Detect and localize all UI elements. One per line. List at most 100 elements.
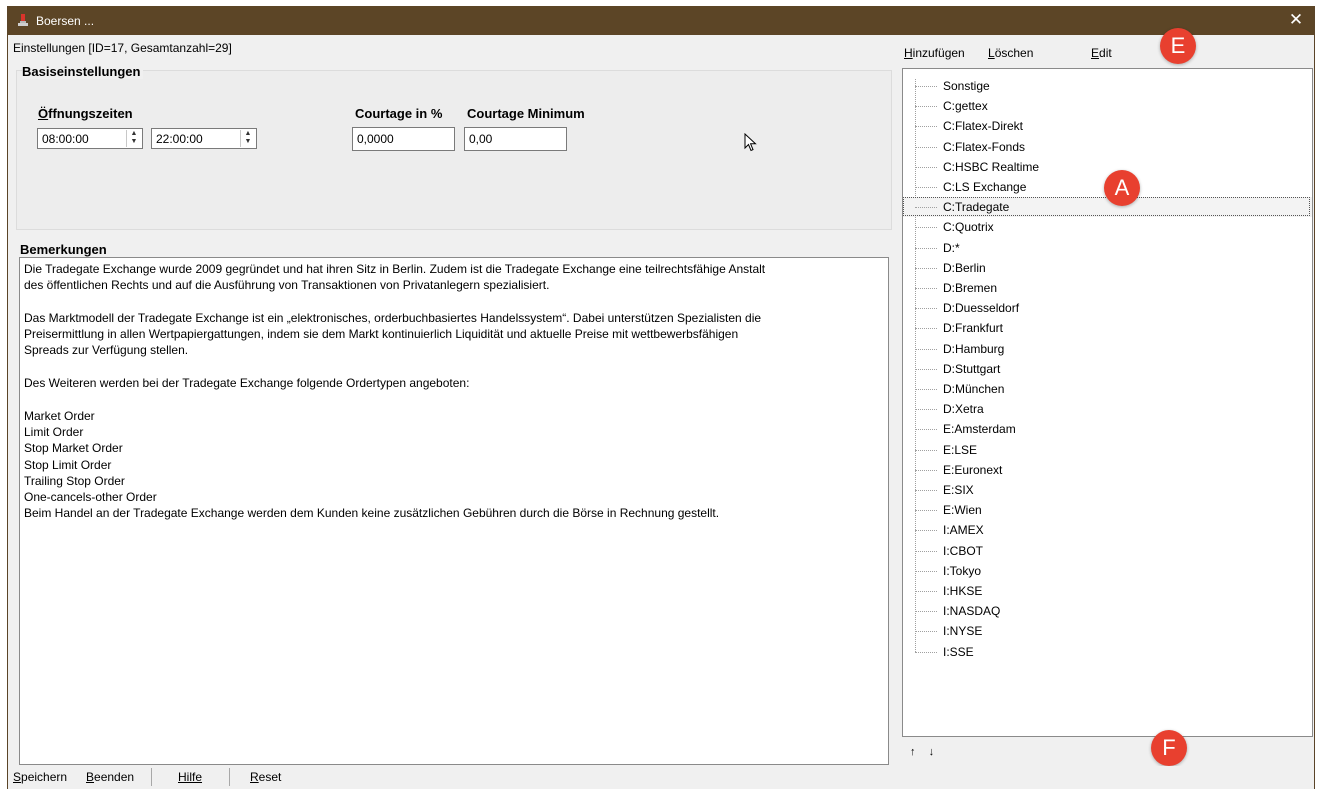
open-time-stepper[interactable]: 08:00:00 ▲ ▼ bbox=[37, 128, 143, 149]
edit-label-rest: dit bbox=[1099, 46, 1112, 60]
tree-item[interactable]: Sonstige bbox=[903, 76, 1312, 96]
close-time-stepper[interactable]: 22:00:00 ▲ ▼ bbox=[151, 128, 257, 149]
delete-menu-item[interactable]: Löschen bbox=[988, 46, 1033, 60]
tree-item-label: D:* bbox=[943, 240, 960, 255]
close-time-spin-buttons[interactable]: ▲ ▼ bbox=[240, 130, 255, 147]
title-bar[interactable]: Boersen ... ✕ bbox=[8, 6, 1314, 35]
app-icon bbox=[18, 14, 28, 26]
tree-item-label: C:Tradegate bbox=[943, 200, 1010, 215]
tree-item[interactable]: D:Xetra bbox=[903, 399, 1312, 419]
move-down-icon[interactable]: ↓ bbox=[929, 746, 935, 758]
tree-item[interactable]: E:SIX bbox=[903, 480, 1312, 500]
tree-item-label: D:Stuttgart bbox=[943, 361, 1001, 376]
memo-line: Die Tradegate Exchange wurde 2009 gegrün… bbox=[24, 262, 766, 276]
memo-line: Des Weiteren werden bei der Tradegate Ex… bbox=[24, 376, 470, 391]
tree-item[interactable]: C:Flatex-Direkt bbox=[903, 116, 1312, 136]
spin-down-icon[interactable]: ▼ bbox=[127, 138, 141, 146]
tree-item-selected[interactable]: C:Tradegate bbox=[903, 197, 1312, 218]
annotation-badge-a: A bbox=[1104, 170, 1140, 206]
spin-down-icon[interactable]: ▼ bbox=[241, 138, 255, 146]
save-accelerator: S bbox=[13, 770, 22, 784]
tree-item[interactable]: I:CBOT bbox=[903, 541, 1312, 561]
tree-connector bbox=[915, 187, 937, 188]
tree-connector bbox=[915, 288, 937, 289]
tree-item[interactable]: I:NASDAQ bbox=[903, 601, 1312, 621]
tree-connector bbox=[915, 247, 937, 249]
settings-header: Einstellungen [ID=17, Gesamtanzahl=29] bbox=[13, 41, 232, 55]
delete-label-rest: öschen bbox=[994, 46, 1034, 60]
tree-item[interactable]: I:AMEX bbox=[903, 520, 1312, 540]
tree-item-label: C:LS Exchange bbox=[943, 180, 1027, 194]
tree-item[interactable]: C:gettex bbox=[903, 96, 1312, 116]
tree-item-label: I:CBOT bbox=[943, 543, 984, 558]
courtage-min-input[interactable]: 0,00 bbox=[464, 127, 567, 151]
tree-item[interactable]: I:HKSE bbox=[903, 581, 1312, 601]
tree-item-label: D:München bbox=[943, 382, 1005, 396]
tree-item[interactable]: E:Euronext bbox=[903, 460, 1312, 480]
tree-item[interactable]: E:Amsterdam bbox=[903, 419, 1312, 439]
reset-button[interactable]: Reset bbox=[250, 770, 281, 784]
add-accelerator: H bbox=[904, 46, 913, 60]
tree-item-label: I:NYSE bbox=[943, 624, 983, 639]
tree-item[interactable]: C:Quotrix bbox=[903, 217, 1312, 237]
tree-item[interactable]: I:SSE bbox=[903, 642, 1312, 662]
add-menu-item[interactable]: Hinzufügen bbox=[904, 46, 965, 60]
courtage-min-label: Courtage Minimum bbox=[467, 106, 585, 121]
quit-button[interactable]: Beenden bbox=[86, 770, 134, 784]
edit-menu-item[interactable]: Edit bbox=[1091, 46, 1112, 60]
quit-accelerator: B bbox=[86, 770, 95, 784]
tree-item-label: D:Berlin bbox=[943, 260, 986, 275]
tree-item[interactable]: D:Berlin bbox=[903, 258, 1312, 278]
courtage-pct-value: 0,0000 bbox=[357, 132, 394, 146]
tree-item-label: E:SIX bbox=[943, 483, 974, 497]
save-label-rest: peichern bbox=[21, 770, 68, 784]
tree-item[interactable]: D:München bbox=[903, 379, 1312, 399]
tree-item[interactable]: E:LSE bbox=[903, 440, 1312, 460]
open-time-value: 08:00:00 bbox=[42, 132, 89, 146]
quit-label-rest: eenden bbox=[94, 770, 135, 784]
bottom-bar: Speichern Beenden Hilfe Reset bbox=[8, 766, 1314, 789]
edit-accelerator: E bbox=[1091, 46, 1100, 60]
save-button[interactable]: Speichern bbox=[13, 770, 67, 784]
mouse-cursor-icon bbox=[744, 133, 757, 152]
help-label: Hilfe bbox=[178, 770, 203, 784]
tree-connector bbox=[915, 166, 937, 168]
move-up-icon[interactable]: ↑ bbox=[910, 746, 916, 758]
spin-up-icon[interactable]: ▲ bbox=[127, 130, 141, 138]
tree-item[interactable]: I:NYSE bbox=[903, 621, 1312, 641]
memo-line: Limit Order bbox=[24, 424, 84, 439]
tree-connector bbox=[915, 651, 937, 653]
tree-item[interactable]: C:Flatex-Fonds bbox=[903, 137, 1312, 157]
memo-line: des öffentlichen Rechts und auf die Ausf… bbox=[24, 278, 550, 293]
bemerkungen-textarea[interactable]: Die Tradegate Exchange wurde 2009 gegrün… bbox=[19, 257, 889, 765]
close-icon[interactable]: ✕ bbox=[1286, 10, 1306, 30]
help-button[interactable]: Hilfe bbox=[178, 770, 202, 784]
tree-item-label: D:Xetra bbox=[943, 402, 984, 417]
tree-item[interactable]: E:Wien bbox=[903, 500, 1312, 520]
tree-item-label: D:Hamburg bbox=[943, 341, 1005, 356]
annotation-badge-e: E bbox=[1160, 28, 1196, 64]
tree-item[interactable]: C:HSBC Realtime bbox=[903, 157, 1312, 177]
spin-up-icon[interactable]: ▲ bbox=[241, 130, 255, 138]
tree-connector bbox=[915, 348, 937, 350]
courtage-pct-input[interactable]: 0,0000 bbox=[352, 127, 455, 151]
delete-accelerator: L bbox=[988, 46, 995, 60]
tree-item-label: I:SSE bbox=[943, 644, 974, 659]
reset-label-rest: eset bbox=[258, 770, 282, 784]
tree-item[interactable]: D:Frankfurt bbox=[903, 318, 1312, 338]
tree-item-label: Sonstige bbox=[943, 79, 990, 93]
tree-connector bbox=[915, 631, 937, 633]
tree-item[interactable]: D:Stuttgart bbox=[903, 359, 1312, 379]
main-window: Boersen ... ✕ Einstellungen [ID=17, Gesa… bbox=[7, 6, 1315, 789]
tree-item[interactable]: I:Tokyo bbox=[903, 561, 1312, 581]
tree-item[interactable]: D:* bbox=[903, 238, 1312, 258]
open-time-spin-buttons[interactable]: ▲ ▼ bbox=[126, 130, 141, 147]
window-title: Boersen ... bbox=[36, 14, 95, 28]
bottom-separator bbox=[151, 768, 152, 786]
tree-item[interactable]: D:Duesseldorf bbox=[903, 298, 1312, 318]
tree-item[interactable]: D:Hamburg bbox=[903, 339, 1312, 359]
exchange-tree[interactable]: Sonstige C:gettex C:Flatex-Direkt C:Flatex-… bbox=[902, 68, 1313, 737]
annotation-badge-f: F bbox=[1151, 730, 1187, 766]
tree-item[interactable]: D:Bremen bbox=[903, 278, 1312, 298]
tree-connector bbox=[915, 328, 937, 330]
